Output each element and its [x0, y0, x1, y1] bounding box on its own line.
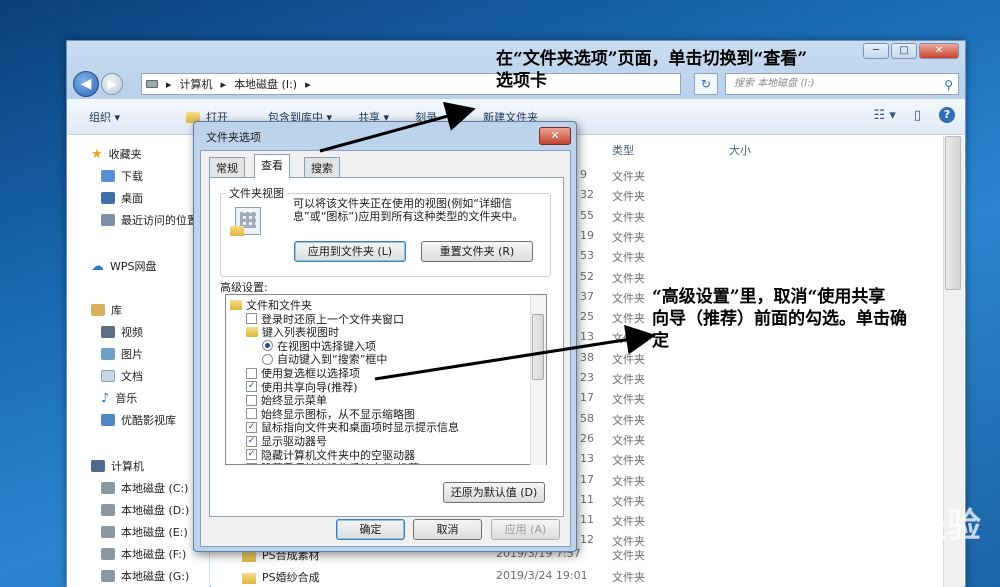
- baidu-watermark: Bai du 经验: [772, 506, 982, 546]
- tab-view[interactable]: 查看: [254, 154, 290, 178]
- arrow-to-view-tab: [319, 101, 476, 153]
- arrow-to-share-wizard: [374, 324, 656, 381]
- baidu-watermark-url: jingyan.baidu.com: [815, 545, 926, 559]
